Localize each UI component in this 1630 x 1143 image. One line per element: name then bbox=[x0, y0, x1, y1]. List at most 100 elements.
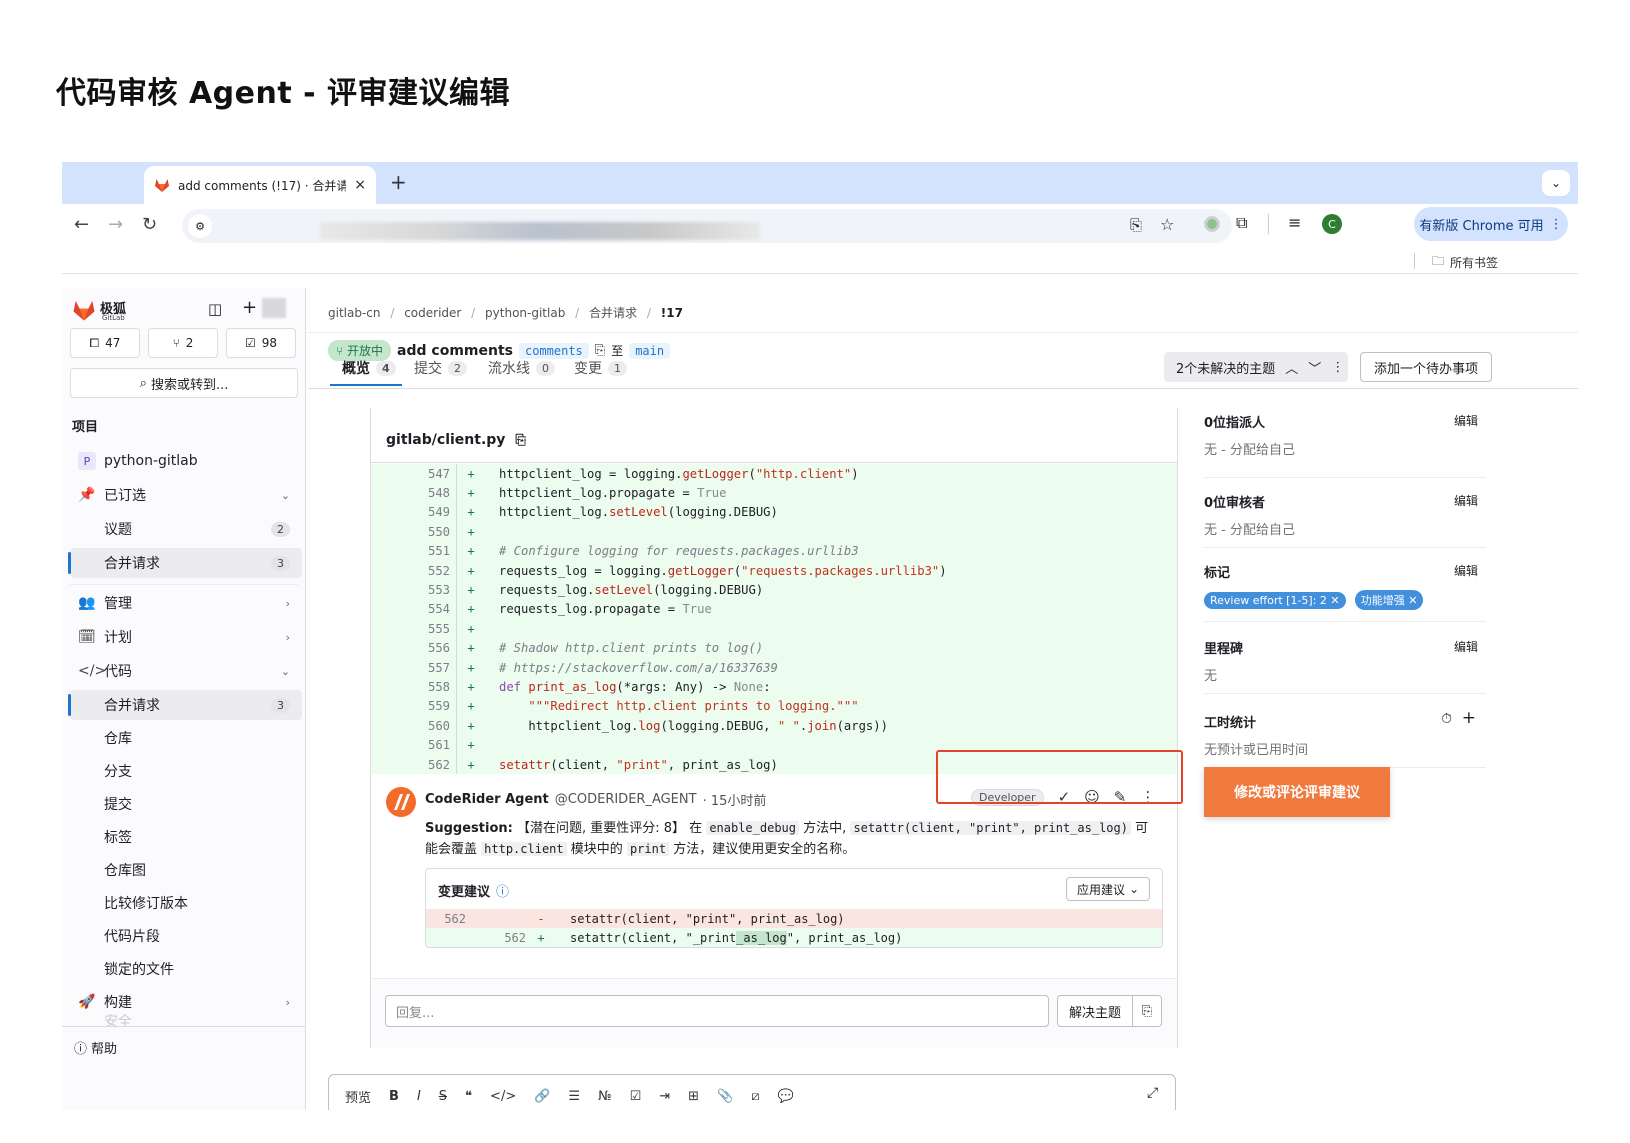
tab-pipelines[interactable]: 流水线 0 bbox=[488, 358, 555, 378]
edit-assignees-button[interactable]: 编辑 bbox=[1454, 412, 1478, 429]
assignees-value[interactable]: 无 - 分配给自己 bbox=[1204, 439, 1486, 458]
reviewers-value[interactable]: 无 - 分配给自己 bbox=[1204, 519, 1486, 538]
forward-icon[interactable]: → bbox=[108, 214, 123, 235]
line-number[interactable]: 560 bbox=[371, 716, 457, 736]
label-chip[interactable]: Review effort [1-5]: 2 ✕ bbox=[1204, 592, 1346, 609]
italic-icon[interactable]: I bbox=[417, 1089, 421, 1104]
table-icon[interactable]: ⊞ bbox=[688, 1089, 699, 1104]
back-icon[interactable]: ← bbox=[74, 214, 89, 235]
project-link[interactable]: P python-gitlab bbox=[70, 446, 302, 476]
browser-tab[interactable]: add comments (!17) · 合并请求 × bbox=[144, 166, 376, 204]
sidebar-item-manage[interactable]: 👥 管理 › bbox=[70, 588, 302, 618]
sidebar-pinned[interactable]: 📌 已订选 ⌄ bbox=[70, 480, 302, 510]
todos-counter[interactable]: ☑ 98 bbox=[226, 328, 296, 358]
line-number[interactable]: 561 bbox=[371, 735, 457, 755]
line-number[interactable]: 548 bbox=[371, 483, 457, 503]
tab-changes[interactable]: 变更 1 bbox=[574, 358, 627, 378]
source-branch[interactable]: comments bbox=[518, 342, 589, 359]
agent-avatar[interactable] bbox=[385, 786, 417, 818]
edit-milestone-button[interactable]: 编辑 bbox=[1454, 638, 1478, 655]
sidebar-item-issues[interactable]: 议题 2 bbox=[70, 514, 302, 544]
target-branch[interactable]: main bbox=[629, 342, 671, 359]
comment-handle[interactable]: @CODERIDER_AGENT bbox=[555, 792, 697, 807]
new-tab-icon[interactable]: + bbox=[390, 170, 407, 194]
reply-input[interactable]: 回复... bbox=[385, 995, 1049, 1027]
chevron-down-icon[interactable]: ﹀ bbox=[1308, 358, 1321, 377]
line-number[interactable]: 553 bbox=[371, 580, 457, 600]
task-list-icon[interactable]: ☑ bbox=[630, 1089, 642, 1104]
issues-counter[interactable]: ⧠ 47 bbox=[70, 328, 140, 358]
line-number[interactable]: 551 bbox=[371, 541, 457, 561]
extensions-puzzle-icon[interactable]: ⧉ bbox=[1236, 213, 1247, 233]
extension-dot-icon[interactable] bbox=[1204, 216, 1220, 232]
site-info-icon[interactable]: ⚙ bbox=[188, 214, 212, 238]
line-number[interactable]: 549 bbox=[371, 502, 457, 523]
bookmark-star-icon[interactable]: ☆ bbox=[1160, 215, 1174, 234]
slash-command-icon[interactable]: ⧄ bbox=[751, 1089, 759, 1104]
breadcrumb-current[interactable]: !17 bbox=[661, 306, 683, 320]
line-number[interactable]: 562 bbox=[371, 755, 457, 775]
line-number[interactable]: 556 bbox=[371, 638, 457, 658]
sidebar-item-branches[interactable]: 分支 bbox=[70, 756, 302, 786]
label-chip[interactable]: 功能增强 ✕ bbox=[1354, 590, 1424, 610]
bold-icon[interactable]: B bbox=[389, 1089, 399, 1104]
copy-path-icon[interactable]: ⎘ bbox=[515, 433, 525, 448]
line-number[interactable]: 554 bbox=[371, 599, 457, 620]
gitlab-logo-icon[interactable] bbox=[72, 298, 96, 322]
attach-icon[interactable]: 📎 bbox=[717, 1089, 733, 1104]
edit-labels-button[interactable]: 编辑 bbox=[1454, 562, 1478, 579]
sidebar-item-repository[interactable]: 仓库 bbox=[70, 723, 302, 753]
sidebar-item-snippets[interactable]: 代码片段 bbox=[70, 921, 302, 951]
sidebar-item-code[interactable]: </> 代码 ⌄ bbox=[70, 656, 302, 686]
address-bar[interactable]: ⚙ ⎘ ☆ bbox=[182, 209, 1232, 243]
breadcrumb-item[interactable]: python-gitlab bbox=[485, 306, 565, 320]
user-avatar[interactable] bbox=[262, 298, 286, 318]
comment-template-icon[interactable]: 💬 bbox=[778, 1089, 794, 1104]
line-number[interactable]: 555 bbox=[371, 619, 457, 639]
edit-reviewers-button[interactable]: 编辑 bbox=[1454, 492, 1478, 509]
sidebar-item-compare[interactable]: 比较修订版本 bbox=[70, 888, 302, 918]
tab-overview[interactable]: 概览 4 bbox=[342, 358, 396, 378]
unresolved-threads[interactable]: 2个未解决的主题 ︿ ﹀ ⋮ bbox=[1164, 352, 1348, 382]
indent-icon[interactable]: ⇥ bbox=[659, 1089, 670, 1104]
breadcrumb-item[interactable]: 合并请求 bbox=[589, 306, 637, 320]
install-app-icon[interactable]: ⎘ bbox=[1130, 216, 1142, 234]
preview-tab[interactable]: 预览 bbox=[345, 1087, 371, 1106]
sidebar-item-locked-files[interactable]: 锁定的文件 bbox=[70, 954, 302, 984]
breadcrumb-item[interactable]: coderider bbox=[404, 306, 461, 320]
numbered-list-icon[interactable]: № bbox=[598, 1089, 612, 1104]
quote-icon[interactable]: ❝ bbox=[465, 1089, 472, 1104]
help-button[interactable]: ⓘ 帮助 bbox=[74, 1038, 117, 1057]
line-number[interactable]: 547 bbox=[371, 464, 457, 484]
line-number[interactable]: 550 bbox=[371, 522, 457, 542]
merge-requests-counter[interactable]: ⑂ 2 bbox=[148, 328, 218, 358]
toggle-sidebar-icon[interactable]: ◫ bbox=[208, 300, 222, 318]
resolve-thread-button[interactable]: 解决主题 bbox=[1057, 995, 1133, 1027]
breadcrumb-item[interactable]: gitlab-cn bbox=[328, 306, 381, 320]
tab-close-icon[interactable]: × bbox=[354, 177, 366, 193]
sidebar-item-plan[interactable]: 🗓 计划 › bbox=[70, 622, 302, 652]
line-number[interactable]: 559 bbox=[371, 696, 457, 717]
code-icon[interactable]: </> bbox=[490, 1089, 516, 1104]
help-circle-icon[interactable]: ⓘ bbox=[496, 881, 509, 900]
create-issue-icon[interactable]: ⎘ bbox=[1132, 995, 1162, 1027]
tab-commits[interactable]: 提交 2 bbox=[414, 358, 467, 378]
tab-search-icon[interactable]: ⌄ bbox=[1542, 170, 1570, 196]
link-icon[interactable]: 🔗 bbox=[534, 1089, 550, 1104]
fullscreen-icon[interactable]: ⤢ bbox=[1147, 1085, 1158, 1101]
all-bookmarks-button[interactable]: 🗀 所有书签 bbox=[1432, 252, 1498, 273]
strikethrough-icon[interactable]: S bbox=[439, 1089, 447, 1104]
media-queue-icon[interactable]: ≡ bbox=[1288, 213, 1301, 232]
file-path[interactable]: gitlab/client.py bbox=[386, 432, 505, 448]
profile-avatar[interactable]: C bbox=[1322, 214, 1342, 234]
search-button[interactable]: ⌕ 搜索或转到... bbox=[70, 368, 298, 398]
copy-icon[interactable]: ⎘ bbox=[595, 343, 605, 358]
chevron-up-icon[interactable]: ︿ bbox=[1285, 358, 1298, 377]
add-time-icon[interactable]: + bbox=[1462, 708, 1476, 728]
bullet-list-icon[interactable]: ☰ bbox=[568, 1089, 580, 1104]
line-number[interactable]: 557 bbox=[371, 658, 457, 678]
line-number[interactable]: 552 bbox=[371, 561, 457, 581]
sidebar-item-tags[interactable]: 标签 bbox=[70, 822, 302, 852]
sidebar-item-graph[interactable]: 仓库图 bbox=[70, 855, 302, 885]
comment-author[interactable]: CodeRider Agent bbox=[425, 792, 549, 807]
